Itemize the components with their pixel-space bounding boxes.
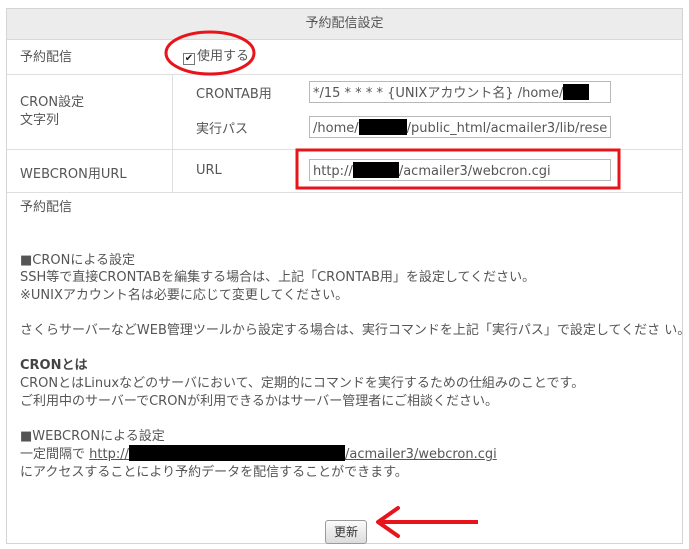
update-button[interactable]: 更新 <box>325 520 367 544</box>
cron-line-2: ※UNIXアカウント名は必要に応じて変更してください。 <box>20 287 349 303</box>
crontab-label: CRONTAB用 <box>196 87 272 102</box>
enable-label: 予約配信 <box>20 50 73 65</box>
webcron-url-field[interactable]: http:// /acmailer3/webcron.cgi <box>309 159 611 181</box>
url-suffix: /acmailer3/webcron.cgi <box>398 164 551 179</box>
webcron-label: WEBCRON用URL <box>20 167 127 182</box>
row-divider <box>7 192 682 193</box>
webcron-link[interactable]: http:///acmailer3/webcron.cgi <box>89 445 497 462</box>
cron-label-line1: CRON設定 <box>20 95 85 110</box>
redaction-bar <box>358 119 407 135</box>
enable-checkbox[interactable]: ✔ <box>183 53 195 65</box>
redaction-bar <box>128 445 345 462</box>
what-is-cron-title: CRONとは <box>20 358 88 374</box>
redaction-bar <box>563 84 590 100</box>
column-divider <box>172 75 173 192</box>
what-is-cron-line-1: CRONとはLinuxなどのサーバにおいて、定期的にコマンドを実行するための仕組… <box>20 375 585 391</box>
cron-section-title: ■CRONによる設定 <box>20 252 135 268</box>
exec-path-suffix: /public_html/acmailer3/lib/rese <box>406 121 608 136</box>
crontab-field[interactable]: */15 * * * * {UNIXアカウント名} /home/ <box>309 81 611 103</box>
info-text-block: 予約配信 ■CRONによる設定 SSH等で直接CRONTABを編集する場合は、上… <box>20 199 689 482</box>
cron-label-line2: 文字列 <box>20 113 60 128</box>
what-is-cron-line-2: ご利用中のサーバーでCRONが利用できるかはサーバー管理者にご相談ください。 <box>20 393 498 409</box>
webcron-line-prefix: 一定間隔で <box>20 447 86 463</box>
cron-line-1: SSH等で直接CRONTABを編集する場合は、上記「CRONTAB用」を設定して… <box>20 270 536 286</box>
enable-checkbox-label: 使用する <box>197 49 250 64</box>
webcron-section-title: ■WEBCRONによる設定 <box>20 428 165 444</box>
url-label: URL <box>196 163 222 178</box>
row-divider <box>7 74 682 75</box>
exec-path-label: 実行パス <box>196 122 249 137</box>
info-heading: 予約配信 <box>20 200 73 215</box>
server-setting-line: さくらサーバーなどWEB管理ツールから設定する場合は、実行コマンドを上記「実行パ… <box>20 323 689 339</box>
scheduled-delivery-panel: 予約配信設定 予約配信 ✔ 使用する CRON設定 文字列 CRONTAB用 */… <box>6 8 689 544</box>
exec-path-prefix: /home/ <box>313 121 359 136</box>
exec-path-field[interactable]: /home/ /public_html/acmailer3/lib/rese <box>309 116 611 138</box>
redaction-bar <box>352 162 399 178</box>
webcron-line-2: にアクセスすることにより予約データを配信することができます。 <box>20 464 408 480</box>
url-prefix: http:// <box>313 164 353 179</box>
panel-title: 予約配信設定 <box>7 9 682 40</box>
row-divider <box>7 149 682 150</box>
crontab-value: */15 * * * * {UNIXアカウント名} /home/ <box>313 86 564 101</box>
enable-checkbox-wrap[interactable]: ✔ 使用する <box>183 45 249 65</box>
